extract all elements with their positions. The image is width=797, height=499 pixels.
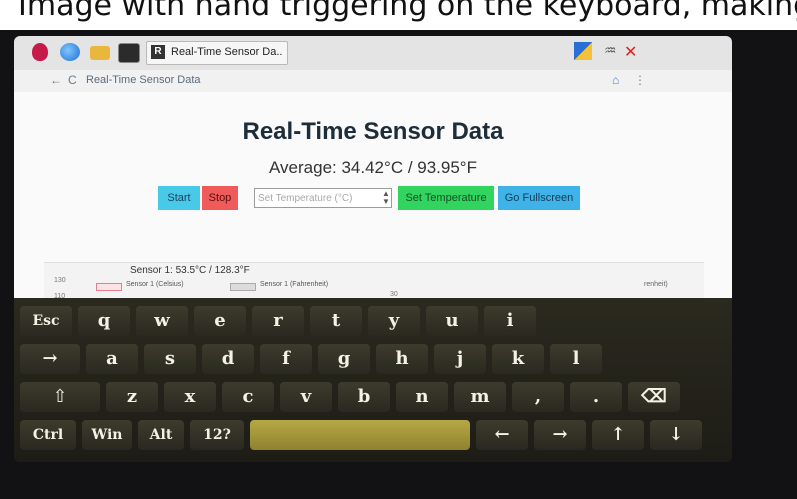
app-icon: R	[151, 45, 165, 59]
address-bar: ← C Real-Time Sensor Data ⌂ ⋮	[14, 70, 732, 93]
key-s[interactable]: s	[144, 344, 196, 374]
terminal-icon[interactable]	[118, 43, 140, 63]
key-b[interactable]: b	[338, 382, 390, 412]
y-tick-label: 130	[54, 277, 66, 284]
back-icon[interactable]: ←	[50, 73, 62, 87]
fullscreen-button[interactable]: Go Fullscreen	[498, 186, 580, 210]
set-temperature-button[interactable]: Set Temperature	[398, 186, 494, 210]
key-c[interactable]: c	[222, 382, 274, 412]
key-win[interactable]: Win	[82, 420, 132, 450]
key-q[interactable]: q	[78, 306, 130, 336]
key-h[interactable]: h	[376, 344, 428, 374]
tray-close-icon[interactable]: ✕	[624, 42, 642, 61]
tray-app-icon[interactable]	[574, 42, 592, 60]
key-g[interactable]: g	[318, 344, 370, 374]
key-u[interactable]: u	[426, 306, 478, 336]
average-readout: Average: 34.42°C / 93.95°F	[269, 158, 477, 177]
key-space[interactable]	[250, 420, 470, 450]
y-tick-label: 30	[390, 291, 398, 298]
raspberry-menu-icon[interactable]	[32, 43, 48, 61]
key-ctrl[interactable]: Ctrl	[20, 420, 76, 450]
key-y[interactable]: y	[368, 306, 420, 336]
key-right-arrow[interactable]: →	[534, 420, 586, 450]
url-text[interactable]: Real-Time Sensor Data	[86, 74, 201, 86]
file-manager-icon[interactable]	[90, 46, 110, 60]
key-right-arrow[interactable]: →	[20, 344, 80, 374]
key-backspace[interactable]: ⌫	[628, 382, 680, 412]
key-l[interactable]: l	[550, 344, 602, 374]
taskbar-window-label: Real-Time Sensor Da...	[171, 46, 283, 58]
key-v[interactable]: v	[280, 382, 332, 412]
key-f[interactable]: f	[260, 344, 312, 374]
legend-label-fahrenheit: Sensor 1 (Fahrenheit)	[260, 281, 329, 288]
legend-swatch-celsius[interactable]	[96, 283, 122, 291]
temperature-placeholder: Set Temperature (°C)	[258, 193, 353, 204]
stop-button[interactable]: Stop	[202, 186, 238, 210]
key-t[interactable]: t	[310, 306, 362, 336]
key-alt[interactable]: Alt	[138, 420, 184, 450]
key-comma[interactable]: ,	[512, 382, 564, 412]
taskbar-window-button[interactable]: R Real-Time Sensor Da...	[146, 41, 288, 65]
number-spinner-icon[interactable]: ▲ ▼	[382, 190, 390, 206]
tray-network-icon[interactable]: ♒	[604, 42, 622, 60]
start-button[interactable]: Start	[158, 186, 200, 210]
screen: R Real-Time Sensor Da... ♒ ✕ ← C Real-Ti…	[14, 36, 732, 462]
chart-title: Sensor 1: 53.5°C / 128.3°F	[130, 265, 250, 276]
web-page: Real-Time Sensor Data Average: 34.42°C /…	[14, 92, 732, 300]
legend-label-partial: renheit)	[644, 281, 668, 288]
key-i[interactable]: i	[484, 306, 536, 336]
on-screen-keyboard: Esc q w e r t y u i → a s d f g h j k l ⇧ z x c v b n m,. ⌫ Ctrl Win A…	[14, 298, 732, 462]
key-period[interactable]: .	[570, 382, 622, 412]
key-escape[interactable]: Esc	[20, 306, 72, 336]
photo-caption-strip: Image with hand triggering on the keyboa…	[0, 0, 797, 30]
key-shift[interactable]: ⇧	[20, 382, 100, 412]
legend-label-celsius: Sensor 1 (Celsius)	[126, 281, 184, 288]
page-title: Real-Time Sensor Data	[242, 118, 504, 145]
key-k[interactable]: k	[492, 344, 544, 374]
key-z[interactable]: z	[106, 382, 158, 412]
key-m[interactable]: m	[454, 382, 506, 412]
sensor-chart: Sensor 1: 53.5°C / 128.3°F Sensor 1 (Cel…	[44, 262, 704, 300]
key-down-arrow[interactable]: ↓	[650, 420, 702, 450]
menu-icon[interactable]: ⋮	[634, 73, 646, 87]
key-numbers[interactable]: 12?	[190, 420, 244, 450]
taskbar: R Real-Time Sensor Da... ♒ ✕	[14, 36, 732, 70]
key-x[interactable]: x	[164, 382, 216, 412]
extension-icon[interactable]: ⌂	[612, 73, 619, 87]
temperature-input[interactable]: Set Temperature (°C) ▲ ▼	[254, 188, 392, 208]
key-d[interactable]: d	[202, 344, 254, 374]
legend-swatch-fahrenheit[interactable]	[230, 283, 256, 291]
browser-icon[interactable]	[60, 43, 80, 61]
key-r[interactable]: r	[252, 306, 304, 336]
key-j[interactable]: j	[434, 344, 486, 374]
key-left-arrow[interactable]: ←	[476, 420, 528, 450]
key-n[interactable]: n	[396, 382, 448, 412]
reload-icon[interactable]: C	[68, 73, 77, 87]
photo-caption: Image with hand triggering on the keyboa…	[18, 0, 797, 23]
key-e[interactable]: e	[194, 306, 246, 336]
key-up-arrow[interactable]: ↑	[592, 420, 644, 450]
key-w[interactable]: w	[136, 306, 188, 336]
key-a[interactable]: a	[86, 344, 138, 374]
